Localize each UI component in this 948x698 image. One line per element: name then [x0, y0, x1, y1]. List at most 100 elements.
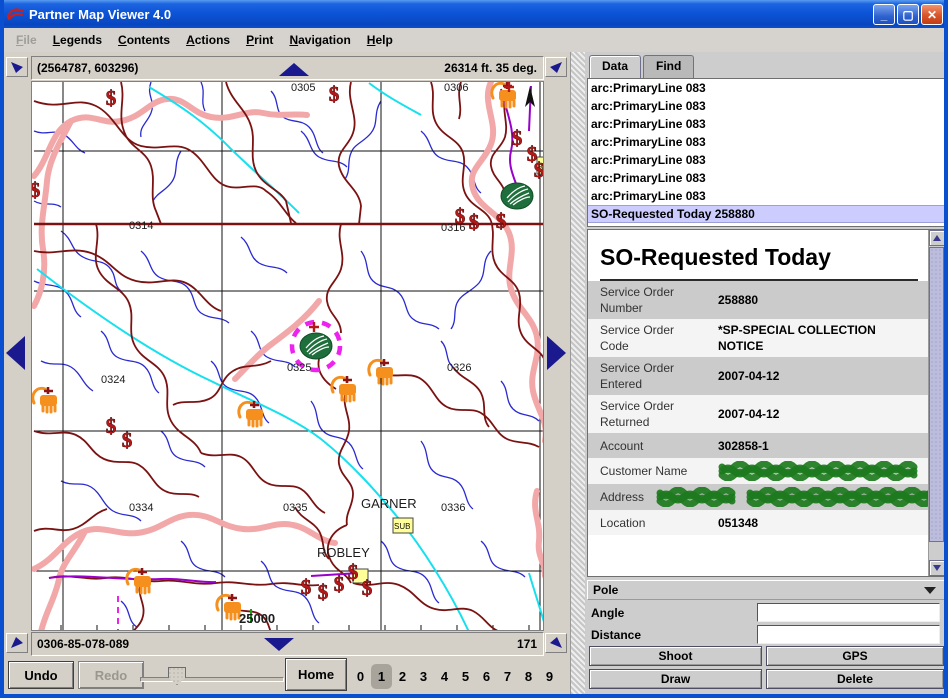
list-item[interactable]: arc:PrimaryLine 083	[588, 151, 944, 169]
map-canvas[interactable]: SUBSU$$$$$$$$$$$$$$$$ 030503060314031603…	[31, 81, 544, 631]
pole-section-header[interactable]: Pole	[587, 580, 945, 600]
transformer-icon[interactable]: $	[362, 576, 373, 600]
detail-row: Service Order Code*SP-SPECIAL COLLECTION…	[588, 319, 928, 357]
map-text-label: 0306	[444, 82, 468, 94]
detail-row-label: Location	[588, 512, 706, 534]
map-text-label: 0305	[291, 82, 315, 94]
zoom-level-2[interactable]: 2	[392, 664, 413, 689]
service-location-icon[interactable]	[217, 594, 241, 619]
pole-section-label: Pole	[588, 583, 618, 597]
menu-print[interactable]: Print	[238, 30, 281, 50]
zoom-level-0[interactable]: 0	[350, 664, 371, 689]
menubar: FileLegendsContentsActionsPrintNavigatio…	[4, 28, 944, 52]
map-sheet-readout: 0306-85-078-089	[32, 637, 129, 651]
transformer-icon[interactable]: $	[106, 414, 117, 438]
menu-contents[interactable]: Contents	[110, 30, 178, 50]
transformer-icon[interactable]: $	[301, 575, 312, 599]
scrollbar-thumb[interactable]	[929, 247, 944, 542]
zoom-level-6[interactable]: 6	[476, 664, 497, 689]
pan-bottomleft-button[interactable]	[6, 633, 28, 653]
scroll-up-button[interactable]	[929, 230, 945, 246]
list-item[interactable]: arc:PrimaryLine 083	[588, 169, 944, 187]
map-text-label: GARNER	[361, 496, 417, 511]
power-lines	[34, 82, 544, 631]
transformer-icon[interactable]: $	[469, 210, 480, 234]
menu-legends[interactable]: Legends	[45, 30, 110, 50]
pan-up-button[interactable]	[279, 63, 309, 76]
list-item[interactable]: arc:PrimaryLine 083	[588, 187, 944, 205]
delete-button[interactable]: Delete	[766, 669, 944, 689]
distance-input[interactable]	[757, 625, 940, 644]
shoot-button[interactable]: Shoot	[589, 646, 762, 666]
slider-thumb[interactable]	[168, 667, 186, 685]
titlebar[interactable]: Partner Map Viewer 4.0 _ ▢ ✕	[0, 0, 948, 28]
close-button[interactable]: ✕	[921, 4, 943, 25]
service-order-marker-icon[interactable]	[300, 333, 332, 359]
diagonal-arrow-icon	[548, 636, 564, 650]
list-item[interactable]: SO-Requested Today 258880	[588, 205, 944, 223]
menu-help[interactable]: Help	[359, 30, 401, 50]
maximize-button[interactable]: ▢	[897, 4, 919, 25]
transformer-icon[interactable]: $	[334, 572, 345, 596]
slider-track[interactable]	[140, 677, 284, 682]
diagonal-arrow-icon	[548, 60, 564, 74]
map-text-label: 0335	[283, 502, 307, 514]
menu-navigation[interactable]: Navigation	[281, 30, 358, 50]
tab-data[interactable]: Data	[589, 55, 641, 78]
pan-bottomright-button[interactable]	[545, 633, 567, 653]
transformer-icon[interactable]: $	[329, 82, 340, 106]
pan-left-button[interactable]	[6, 336, 25, 370]
transformer-icon[interactable]: $	[512, 126, 523, 150]
pink-roads	[34, 82, 544, 631]
home-button[interactable]: Home	[285, 658, 347, 691]
pan-topleft-button[interactable]	[6, 57, 28, 77]
zoom-level-3[interactable]: 3	[413, 664, 434, 689]
undo-button[interactable]: Undo	[8, 661, 74, 689]
list-item[interactable]: arc:PrimaryLine 083	[588, 133, 944, 151]
zoom-level-5[interactable]: 5	[455, 664, 476, 689]
diagonal-arrow-icon	[9, 60, 25, 74]
svg-text:SUB: SUB	[394, 522, 410, 531]
chevron-down-icon	[924, 587, 936, 594]
tab-find[interactable]: Find	[643, 55, 694, 78]
transformer-icon[interactable]: $	[534, 158, 544, 182]
angle-input[interactable]	[757, 603, 940, 622]
pan-topright-button[interactable]	[545, 57, 567, 77]
cyan-lines	[37, 83, 544, 631]
zoom-level-1[interactable]: 1	[371, 664, 392, 689]
list-item[interactable]: arc:PrimaryLine 083	[588, 97, 944, 115]
zoom-level-7[interactable]: 7	[497, 664, 518, 689]
redo-button[interactable]: Redo	[78, 661, 144, 689]
transformer-icon[interactable]: $	[318, 580, 329, 604]
zoom-level-4[interactable]: 4	[434, 664, 455, 689]
detail-scrollbar[interactable]	[928, 230, 944, 576]
detail-pane: SO-Requested Today Service Order Number2…	[587, 229, 945, 577]
list-item[interactable]: arc:PrimaryLine 083	[588, 79, 944, 97]
feature-list: arc:PrimaryLine 083arc:PrimaryLine 083ar…	[587, 78, 945, 227]
map-panel: (2564787, 603296) 26314 ft. 35 deg.	[4, 52, 570, 694]
draw-button[interactable]: Draw	[589, 669, 762, 689]
detail-row: Service Order Number258880	[588, 281, 928, 319]
transformer-icon[interactable]: $	[106, 86, 117, 110]
split-pane-divider[interactable]	[570, 52, 585, 694]
detail-row-value: 258880	[706, 289, 928, 311]
minimize-button[interactable]: _	[873, 4, 895, 25]
zoom-level-8[interactable]: 8	[518, 664, 539, 689]
scroll-down-button[interactable]	[929, 560, 945, 576]
zoom-level-selector: 0123456789	[350, 658, 570, 694]
map-symbols: SUBSU$$$$$$$$$$$$$$$$	[32, 82, 544, 619]
transformer-icon[interactable]: $	[122, 428, 133, 452]
zoom-slider[interactable]	[138, 664, 286, 688]
detail-row-label: Service Order Number	[588, 281, 706, 319]
transformer-icon[interactable]: $	[496, 209, 507, 233]
pan-down-button[interactable]	[264, 638, 294, 651]
zoom-level-9[interactable]: 9	[539, 664, 560, 689]
menu-actions[interactable]: Actions	[178, 30, 238, 50]
list-item[interactable]: arc:PrimaryLine 083	[588, 115, 944, 133]
transformer-icon[interactable]: $	[348, 560, 359, 584]
transformer-icon[interactable]: $	[32, 178, 40, 202]
pan-right-button[interactable]	[547, 336, 566, 370]
gps-button[interactable]: GPS	[766, 646, 944, 666]
service-order-marker-icon[interactable]	[501, 183, 533, 209]
service-location-icon[interactable]	[33, 387, 57, 412]
